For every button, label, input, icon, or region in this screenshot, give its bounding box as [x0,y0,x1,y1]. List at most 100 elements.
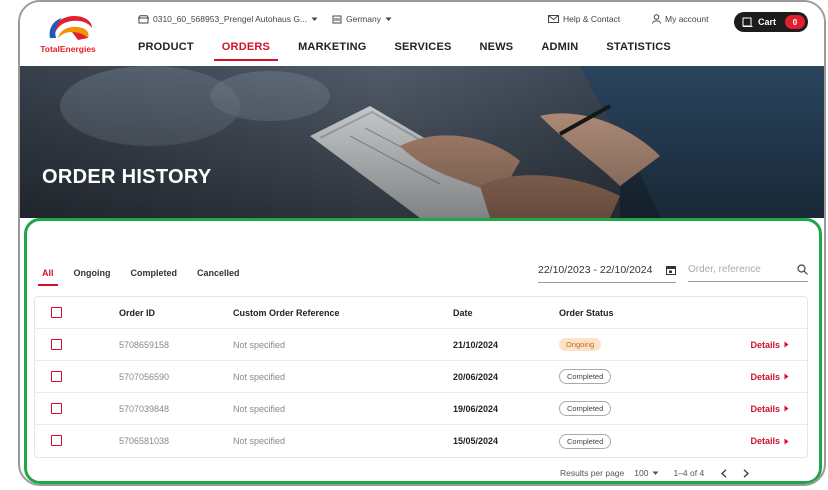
page-range: 1–4 of 4 [673,468,705,478]
order-id: 5708659158 [119,339,170,350]
order-status: Completed [559,369,612,384]
nav-product[interactable]: PRODUCT [138,38,194,61]
my-account-label: My account [665,14,709,24]
order-search-input[interactable]: Order, reference [688,264,808,282]
page-title: ORDER HISTORY [42,166,212,188]
row-checkbox[interactable] [51,403,62,414]
status-badge: Ongoing [559,338,602,351]
details-link[interactable]: Details [750,340,789,350]
caret-right-icon [784,438,789,444]
status-badge: Completed [559,369,612,384]
order-reference: Not specified [233,339,286,350]
account-selector-label: 0310_60_568953_Prengel Autohaus G... [153,14,308,24]
order-reference: Not specified [233,436,286,446]
column-header-status[interactable]: Order Status [559,308,614,318]
order-id: 5706581038 [119,436,170,446]
status-badge: Completed [559,401,612,416]
column-header-order-id[interactable]: Order ID [119,308,155,318]
order-id: 5707056590 [119,371,170,382]
order-status: Completed [559,433,612,449]
results-per-page-label: Results per page [560,468,625,478]
details-label: Details [750,339,780,350]
chevron-down-icon [385,17,392,21]
per-page-value: 100 [634,468,649,478]
country-label: Germany [346,14,381,24]
main-nav: PRODUCT ORDERS MARKETING SERVICES NEWS A… [138,38,699,61]
row-checkbox[interactable] [51,435,62,446]
order-date: 21/10/2024 [453,339,499,350]
tab-ongoing[interactable]: Ongoing [74,268,111,286]
user-icon [652,14,661,24]
details-link[interactable]: Details [750,372,789,382]
details-link[interactable]: Details [750,436,789,446]
nav-orders[interactable]: ORDERS [213,38,279,61]
nav-admin[interactable]: ADMIN [541,38,578,61]
row-checkbox[interactable] [51,371,62,382]
details-label: Details [750,371,780,382]
order-status: Completed [559,401,612,416]
my-account-link[interactable]: My account [652,14,708,24]
next-page-icon[interactable] [742,468,750,478]
order-id: 5707039848 [119,403,170,414]
table-row: 5708659158 Not specified 21/10/2024 Ongo… [35,329,807,361]
column-header-date[interactable]: Date [453,308,473,318]
hero-photo [20,66,824,218]
date-range-value: 22/10/2023 - 22/10/2024 [538,264,653,276]
building-icon [332,15,342,24]
order-reference: Not specified [233,371,286,382]
table-row: 5706581038 Not specified 15/05/2024 Comp… [35,425,807,457]
orders-table: Order ID Custom Order Reference Date Ord… [34,296,808,458]
status-badge: Completed [559,433,612,449]
search-placeholder: Order, reference [688,264,761,275]
caret-right-icon [784,405,789,412]
date-range-picker[interactable]: 22/10/2023 - 22/10/2024 [538,264,676,283]
per-page-select[interactable]: 100 [634,468,659,478]
tab-all[interactable]: All [38,268,57,286]
status-tabs: All Ongoing Completed Cancelled [38,268,260,286]
help-contact-link[interactable]: Help & Contact [548,14,620,24]
previous-page-icon[interactable] [720,468,728,478]
mail-icon [548,15,559,23]
column-header-reference[interactable]: Custom Order Reference [233,308,340,318]
order-date: 20/06/2024 [453,371,499,382]
site-header: TotalEnergies 0310_60_568953_Prengel Aut… [20,2,824,66]
row-checkbox[interactable] [51,339,62,350]
order-status: Ongoing [559,338,602,351]
nav-statistics[interactable]: STATISTICS [606,38,671,61]
nav-services[interactable]: SERVICES [394,38,451,61]
app-frame: TotalEnergies 0310_60_568953_Prengel Aut… [18,0,826,486]
calendar-icon[interactable] [666,265,676,275]
account-selector[interactable]: 0310_60_568953_Prengel Autohaus G... [138,14,318,24]
search-icon[interactable] [797,264,808,275]
details-link[interactable]: Details [750,404,789,414]
details-label: Details [750,436,780,446]
logo-icon [49,16,92,40]
tab-cancelled[interactable]: Cancelled [197,268,240,286]
nav-marketing[interactable]: MARKETING [298,38,366,61]
cart-count-badge: 0 [785,15,806,29]
cart-button[interactable]: Cart 0 [734,12,808,32]
chevron-down-icon [311,17,318,21]
details-label: Details [750,403,780,414]
order-date: 15/05/2024 [453,436,499,446]
hero-banner: ORDER HISTORY [20,66,824,218]
chevron-down-icon [652,471,659,475]
select-all-checkbox[interactable] [51,307,62,318]
order-date: 19/06/2024 [453,403,499,414]
cart-label: Cart [758,17,777,27]
store-icon [138,14,149,23]
caret-right-icon [784,373,789,380]
table-row: 5707056590 Not specified 20/06/2024 Comp… [35,361,807,393]
country-selector[interactable]: Germany [332,14,392,24]
table-row: 5707039848 Not specified 19/06/2024 Comp… [35,393,807,425]
pagination: Results per page 100 1–4 of 4 [560,468,750,478]
table-header-row: Order ID Custom Order Reference Date Ord… [35,297,807,329]
totalenergies-logo[interactable]: TotalEnergies [32,10,104,62]
order-reference: Not specified [233,403,286,414]
nav-news[interactable]: NEWS [480,38,514,61]
help-contact-label: Help & Contact [563,14,621,24]
cart-icon [742,17,753,27]
caret-right-icon [784,341,789,348]
logo-text: TotalEnergies [40,44,96,54]
tab-completed[interactable]: Completed [131,268,178,286]
